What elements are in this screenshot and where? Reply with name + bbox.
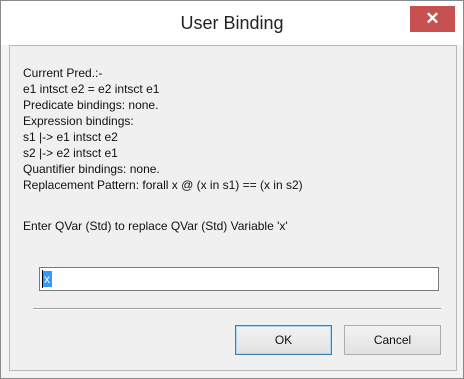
info-line-predicate-bindings: Predicate bindings: none. <box>23 98 159 112</box>
ok-button[interactable]: OK <box>235 325 332 355</box>
info-line-quantifier-bindings: Quantifier bindings: none. <box>23 162 160 176</box>
separator-line <box>33 308 441 310</box>
close-icon: ✕ <box>425 9 440 28</box>
info-line-replacement-pattern: Replacement Pattern: forall x @ (x in s1… <box>23 178 303 192</box>
dialog-window: User Binding ✕ Current Pred.:- e1 intsct… <box>0 0 464 379</box>
info-line-current-pred: Current Pred.:- <box>23 66 103 80</box>
title-bar[interactable]: User Binding ✕ <box>1 1 463 45</box>
replace-prompt: Enter QVar (Std) to replace QVar (Std) V… <box>23 219 288 233</box>
variable-input[interactable] <box>40 268 439 289</box>
close-button[interactable]: ✕ <box>410 6 455 32</box>
info-line-binding-s1: s1 |-> e1 intsct e2 <box>23 130 118 144</box>
cancel-button[interactable]: Cancel <box>344 325 441 355</box>
window-title: User Binding <box>180 13 284 33</box>
binding-info: Current Pred.:- e1 intsct e2 = e2 intsct… <box>23 65 303 193</box>
info-line-expression-bindings: Expression bindings: <box>23 114 134 128</box>
info-line-predicate: e1 intsct e2 = e2 intsct e1 <box>23 82 160 96</box>
info-line-binding-s2: s2 |-> e2 intsct e1 <box>23 146 118 160</box>
variable-input-field[interactable] <box>39 267 439 291</box>
